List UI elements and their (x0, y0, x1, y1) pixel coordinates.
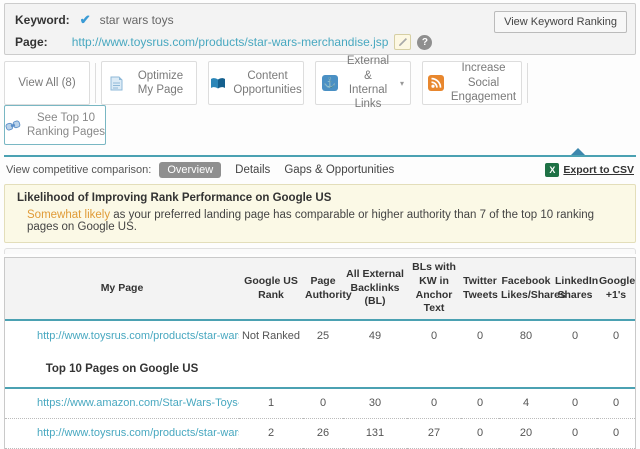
chevron-down-icon: ▾ (399, 78, 404, 88)
tab-content-label: Content Opportunities (233, 69, 302, 96)
cell-google-plus: 0 (612, 329, 620, 342)
tab-view-all-label: View All (8) (18, 76, 76, 89)
page: Keyword: ✔ star wars toys Page: http://w… (0, 0, 640, 449)
table-row: http://www.toysrus.com/products/star-war… (5, 417, 635, 448)
row-url-link[interactable]: https://www.amazon.com/Star-Wars-Toys-Ga… (37, 397, 239, 409)
col-twitter-tweets: Twitter Tweets (461, 258, 499, 321)
col-all-external-backlinks: All External Backlinks (BL) (343, 258, 407, 321)
likelihood-panel: Likelihood of Improving Rank Performance… (4, 184, 636, 243)
tab-optimize-my-page[interactable]: Optimize My Page (101, 61, 197, 105)
book-icon (210, 75, 226, 91)
col-bls-with-kw: BLs with KW in Anchor Text (407, 258, 461, 321)
tab-social-label: Increase Social Engagement (450, 62, 517, 104)
export-to-csv-label: Export to CSV (563, 164, 634, 176)
cell-backlinks: 49 (368, 329, 382, 342)
cell-rank: 1 (267, 397, 275, 410)
cell-authority: 26 (303, 417, 343, 448)
row-url-link[interactable]: http://www.toysrus.com/products/star-war… (37, 427, 239, 439)
cell-bls-kw: 27 (407, 417, 461, 448)
section-label: Top 10 Pages on Google US (5, 350, 239, 389)
help-icon[interactable]: ? (417, 34, 433, 50)
link-icon: ⚓ (322, 75, 338, 91)
view-keyword-ranking-button[interactable]: View Keyword Ranking (494, 11, 627, 33)
col-page-authority: Page Authority (303, 258, 352, 321)
table-section-row: Top 10 Pages on Google US (5, 350, 635, 389)
col-google-us-rank: Google US Rank (239, 258, 303, 321)
cell-rank: 2 (239, 417, 303, 448)
cell-rank: Not Ranked (241, 329, 301, 342)
view-details-button[interactable]: Details (235, 164, 270, 176)
keyword-value: star wars toys (99, 13, 174, 27)
check-icon: ✔ (79, 12, 91, 27)
cell-facebook: 20 (499, 417, 553, 448)
tabs-row: View All (8) Optimize My Page Content Op… (4, 55, 636, 110)
likelihood-rating: Somewhat likely (27, 209, 111, 221)
cell-authority: 25 (316, 329, 330, 342)
cell-facebook: 4 (522, 397, 530, 410)
cell-bls-kw: 0 (430, 329, 438, 342)
tab-links-label: External & Internal Links (346, 55, 390, 111)
tab-external-internal-links[interactable]: ⚓ External & Internal Links ▾ (315, 55, 411, 110)
likelihood-title: Likelihood of Improving Rank Performance… (17, 192, 332, 204)
cell-linkedin: 0 (553, 417, 597, 448)
view-overview-button[interactable]: Overview (159, 162, 222, 178)
comparison-table: My Page Google US Rank Page Authority Al… (5, 258, 635, 449)
excel-icon[interactable]: X (545, 163, 560, 177)
tab-optimize-label: Optimize My Page (137, 69, 184, 96)
document-icon (108, 75, 124, 91)
pencil-icon (398, 38, 407, 46)
section-divider (4, 148, 636, 158)
tab-divider (95, 63, 96, 103)
cell-tweets: 0 (461, 417, 499, 448)
cell-linkedin: 0 (571, 397, 579, 410)
export-to-csv-link[interactable]: X Export to CSV (545, 163, 634, 177)
cell-google-plus: 0 (612, 397, 620, 410)
edit-page-button[interactable] (394, 34, 412, 50)
tab-content-opportunities[interactable]: Content Opportunities (208, 61, 304, 105)
col-my-page: My Page (5, 258, 239, 321)
binoculars-icon (5, 117, 21, 133)
col-linkedin-shares: LinkedIn Shares (553, 258, 598, 321)
comparison-bar: View competitive comparison: Overview De… (4, 158, 636, 182)
tab-divider (527, 63, 528, 103)
cell-bls-kw: 0 (430, 397, 438, 410)
cell-facebook: 80 (519, 329, 533, 342)
cell-linkedin: 0 (571, 329, 579, 342)
cell-backlinks: 131 (343, 417, 407, 448)
tab-view-all[interactable]: View All (8) (4, 61, 90, 105)
cell-google-plus: 0 (597, 417, 635, 448)
col-google-plus-ones: Google +1's (597, 258, 635, 321)
cell-authority: 0 (319, 397, 327, 410)
col-facebook-likes: Facebook Likes/Shares (499, 258, 566, 321)
tab-increase-social[interactable]: Increase Social Engagement (422, 61, 522, 105)
comparison-table-panel: My Page Google US Rank Page Authority Al… (4, 257, 636, 449)
table-row-my-page: http://www.toysrus.com/products/star-war… (5, 320, 635, 350)
cell-tweets: 0 (476, 397, 484, 410)
tab-see-top10-label: See Top 10 Ranking Pages (27, 111, 105, 138)
comparison-label: View competitive comparison: (6, 164, 152, 176)
tab-see-top10-ranking-pages[interactable]: See Top 10 Ranking Pages (4, 105, 106, 145)
collapsed-panel-strip (4, 248, 636, 254)
view-gaps-button[interactable]: Gaps & Opportunities (284, 164, 394, 176)
table-header-row: My Page Google US Rank Page Authority Al… (5, 258, 635, 321)
pointer-up-icon (571, 148, 585, 155)
likelihood-description: as your preferred landing page has compa… (27, 209, 595, 233)
keyword-label: Keyword: (15, 13, 70, 27)
likelihood-text: Somewhat likely as your preferred landin… (17, 209, 623, 233)
keyword-page-panel: Keyword: ✔ star wars toys Page: http://w… (4, 3, 636, 55)
table-row: https://www.amazon.com/Star-Wars-Toys-Ga… (5, 388, 635, 418)
page-label: Page: (15, 35, 48, 49)
cell-tweets: 0 (476, 329, 484, 342)
cell-backlinks: 30 (368, 397, 382, 410)
my-page-url-link[interactable]: http://www.toysrus.com/products/star-war… (37, 330, 239, 342)
rss-icon (427, 75, 444, 91)
page-url-link[interactable]: http://www.toysrus.com/products/star-war… (72, 35, 389, 49)
